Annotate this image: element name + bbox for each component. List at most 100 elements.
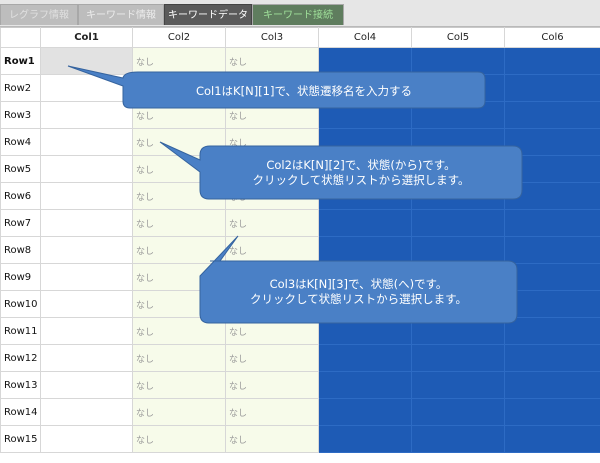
cell-col6[interactable]: [504, 290, 600, 318]
row-header[interactable]: Row13: [0, 371, 41, 399]
cell-col1[interactable]: [40, 101, 133, 129]
cell-col4[interactable]: [318, 371, 412, 399]
cell-col1[interactable]: [40, 182, 133, 210]
cell-col5[interactable]: [411, 425, 505, 453]
cell-col2[interactable]: なし: [132, 317, 226, 345]
cell-col1[interactable]: [40, 74, 133, 102]
cell-col1[interactable]: [40, 290, 133, 318]
cell-col5[interactable]: [411, 398, 505, 426]
table-row: Row11 なし なし: [0, 317, 600, 345]
cell-col6[interactable]: [504, 128, 600, 156]
cell-col3[interactable]: なし: [225, 371, 319, 399]
cell-col1[interactable]: [40, 371, 133, 399]
cell-col5[interactable]: [411, 209, 505, 237]
tab-keyword-info[interactable]: キーワード情報: [78, 4, 164, 25]
cell-col2[interactable]: なし: [132, 344, 226, 372]
cell-col2[interactable]: なし: [132, 371, 226, 399]
cell-col1[interactable]: [40, 317, 133, 345]
row-header[interactable]: Row4: [0, 128, 41, 156]
row-header[interactable]: Row3: [0, 101, 41, 129]
callout-col3-line2: クリックして状態リストから選択します。: [249, 292, 467, 306]
cell-col1[interactable]: [40, 398, 133, 426]
cell-col1[interactable]: [40, 344, 133, 372]
cell-col2[interactable]: なし: [132, 101, 226, 129]
cell-col3[interactable]: なし: [225, 344, 319, 372]
table-row: Row8 なし なし: [0, 236, 600, 264]
cell-col6[interactable]: [504, 263, 600, 291]
row-header[interactable]: Row8: [0, 236, 41, 264]
column-header-col3[interactable]: Col3: [225, 27, 319, 48]
cell-col1[interactable]: [40, 155, 133, 183]
cell-col3[interactable]: なし: [225, 398, 319, 426]
tab-keyword-data[interactable]: キーワードデータ: [164, 4, 252, 25]
cell-col1[interactable]: [40, 47, 133, 75]
row-header[interactable]: Row12: [0, 344, 41, 372]
cell-col5[interactable]: [411, 128, 505, 156]
row-header[interactable]: Row9: [0, 263, 41, 291]
cell-col2[interactable]: なし: [132, 47, 226, 75]
cell-col1[interactable]: [40, 263, 133, 291]
cell-col1[interactable]: [40, 128, 133, 156]
cell-col3[interactable]: なし: [225, 101, 319, 129]
cell-col4[interactable]: [318, 236, 412, 264]
row-header[interactable]: Row15: [0, 425, 41, 453]
cell-col6[interactable]: [504, 236, 600, 264]
callout-col3-line1: Col3はK[N][3]で、状態(へ)です。: [269, 277, 448, 291]
cell-col2[interactable]: なし: [132, 425, 226, 453]
cell-col6[interactable]: [504, 47, 600, 75]
cell-col4[interactable]: [318, 425, 412, 453]
tab-graph-info[interactable]: レグラフ情報: [0, 4, 78, 25]
cell-col5[interactable]: [411, 371, 505, 399]
cell-col6[interactable]: [504, 425, 600, 453]
cell-col5[interactable]: [411, 47, 505, 75]
column-header-col5[interactable]: Col5: [411, 27, 505, 48]
cell-col6[interactable]: [504, 371, 600, 399]
row-header[interactable]: Row2: [0, 74, 41, 102]
cell-col6[interactable]: [504, 398, 600, 426]
cell-col5[interactable]: [411, 317, 505, 345]
cell-col2[interactable]: なし: [132, 128, 226, 156]
column-header-col4[interactable]: Col4: [318, 27, 412, 48]
cell-col4[interactable]: [318, 398, 412, 426]
row-header[interactable]: Row11: [0, 317, 41, 345]
cell-col3[interactable]: なし: [225, 317, 319, 345]
cell-col5[interactable]: [411, 101, 505, 129]
table-row: Row15 なし なし: [0, 425, 600, 453]
cell-col5[interactable]: [411, 344, 505, 372]
cell-col4[interactable]: [318, 344, 412, 372]
cell-col1[interactable]: [40, 209, 133, 237]
cell-col6[interactable]: [504, 74, 600, 102]
table-row: Row4 なし なし: [0, 128, 600, 156]
row-header[interactable]: Row10: [0, 290, 41, 318]
tab-keyword-connection[interactable]: キーワード接続: [252, 4, 344, 25]
cell-col4[interactable]: [318, 101, 412, 129]
cell-col5[interactable]: [411, 236, 505, 264]
cell-col6[interactable]: [504, 344, 600, 372]
cell-col1[interactable]: [40, 236, 133, 264]
column-header-col1[interactable]: Col1: [40, 27, 133, 48]
cell-col3[interactable]: なし: [225, 209, 319, 237]
column-header-col6[interactable]: Col6: [504, 27, 600, 48]
table-row: Row12 なし なし: [0, 344, 600, 372]
cell-col2[interactable]: なし: [132, 398, 226, 426]
cell-col3[interactable]: なし: [225, 236, 319, 264]
cell-col2[interactable]: なし: [132, 236, 226, 264]
cell-col1[interactable]: [40, 425, 133, 453]
row-header[interactable]: Row6: [0, 182, 41, 210]
cell-col3[interactable]: なし: [225, 425, 319, 453]
cell-col4[interactable]: [318, 209, 412, 237]
row-header[interactable]: Row1: [0, 47, 41, 75]
cell-col4[interactable]: [318, 47, 412, 75]
cell-col3[interactable]: なし: [225, 128, 319, 156]
row-header[interactable]: Row7: [0, 209, 41, 237]
cell-col6[interactable]: [504, 209, 600, 237]
cell-col6[interactable]: [504, 317, 600, 345]
cell-col3[interactable]: なし: [225, 47, 319, 75]
row-header[interactable]: Row5: [0, 155, 41, 183]
cell-col6[interactable]: [504, 101, 600, 129]
cell-col4[interactable]: [318, 128, 412, 156]
row-header[interactable]: Row14: [0, 398, 41, 426]
column-header-col2[interactable]: Col2: [132, 27, 226, 48]
cell-col4[interactable]: [318, 317, 412, 345]
cell-col2[interactable]: なし: [132, 209, 226, 237]
